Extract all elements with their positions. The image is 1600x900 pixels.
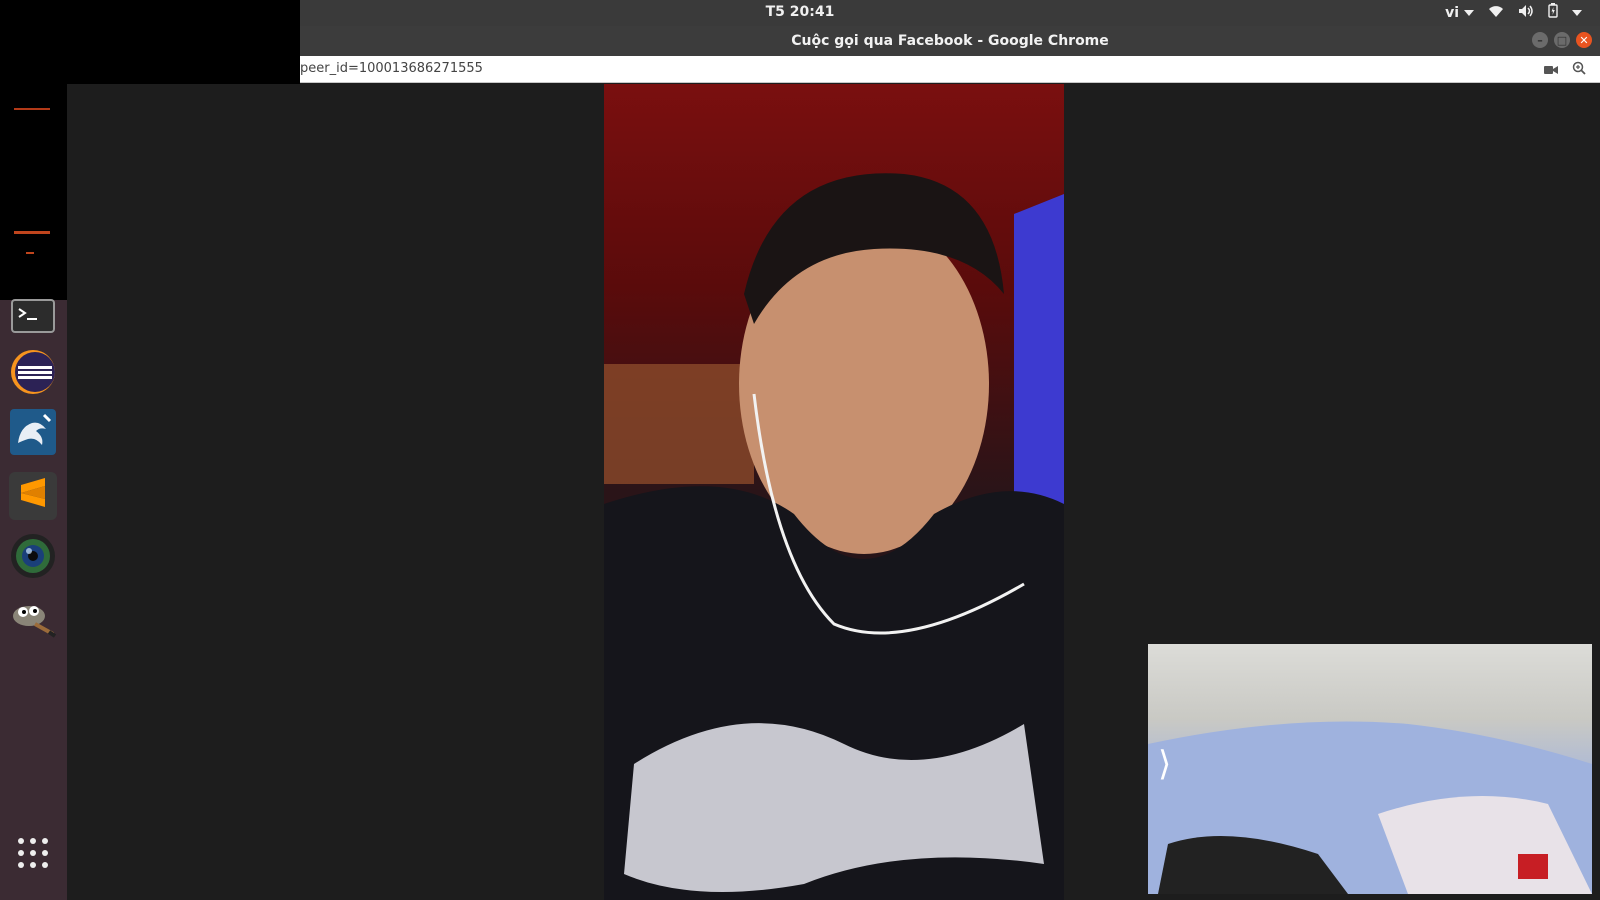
webcam-lens-icon (10, 533, 56, 583)
camera-icon[interactable] (1544, 60, 1558, 79)
minimize-button[interactable]: – (1532, 32, 1548, 48)
eclipse-icon (10, 349, 56, 399)
maximize-button[interactable]: □ (1554, 32, 1570, 48)
self-camera-preview[interactable]: ⟩ (1148, 644, 1592, 894)
zoom-icon[interactable] (1572, 60, 1586, 79)
sublime-text-icon (18, 477, 48, 515)
battery-icon[interactable] (1548, 3, 1558, 22)
terminal-icon (11, 299, 55, 337)
system-top-bar: T5 20:41 vi (0, 0, 1600, 84)
window-title: Cuộc gọi qua Facebook - Google Chrome (791, 33, 1109, 49)
chevron-down-icon (1464, 9, 1474, 16)
eclipse-launcher[interactable] (9, 350, 57, 398)
close-button[interactable]: ✕ (1576, 32, 1592, 48)
wifi-icon[interactable] (1488, 4, 1504, 22)
address-bar-icons (1544, 60, 1586, 79)
window-controls: – □ ✕ (1532, 32, 1592, 48)
gimp-launcher[interactable] (9, 596, 57, 644)
application-dock (0, 84, 67, 900)
mysql-workbench-launcher[interactable] (9, 409, 57, 459)
system-clock[interactable]: T5 20:41 (0, 4, 1600, 20)
window-title-bar: Cuộc gọi qua Facebook - Google Chrome – … (300, 26, 1600, 56)
power-menu-icon[interactable] (1572, 9, 1582, 16)
webcam-app-launcher[interactable] (9, 534, 57, 582)
remote-video-feed (604, 84, 1064, 900)
gimp-icon (9, 598, 57, 642)
language-label: vi (1445, 4, 1459, 21)
sublime-text-launcher[interactable] (9, 472, 57, 520)
address-bar[interactable]: peer_id=100013686271555 (300, 56, 1600, 83)
black-overlay-region (0, 84, 67, 300)
terminal-launcher[interactable] (9, 294, 57, 342)
mysql-dolphin-icon (10, 409, 56, 459)
collapse-self-view-button[interactable]: ⟩ (1158, 744, 1171, 784)
show-applications-icon[interactable] (18, 838, 50, 870)
volume-icon[interactable] (1518, 4, 1534, 22)
system-tray: vi (1445, 3, 1582, 22)
language-indicator[interactable]: vi (1445, 5, 1474, 21)
url-text[interactable]: peer_id=100013686271555 (300, 61, 483, 76)
